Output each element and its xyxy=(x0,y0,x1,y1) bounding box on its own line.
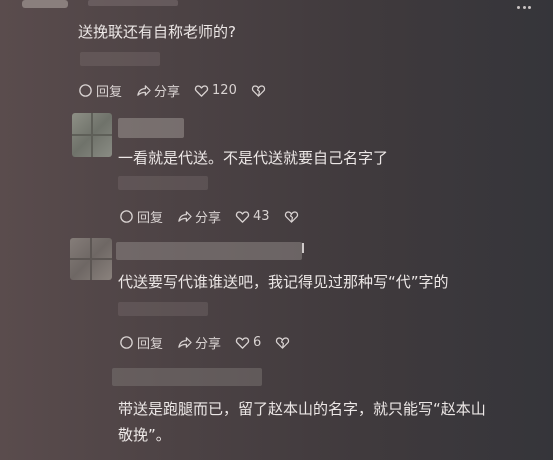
avatar[interactable] xyxy=(72,113,112,157)
like-button[interactable]: 6 xyxy=(235,335,261,350)
reply-button[interactable]: 回复 xyxy=(119,207,163,226)
avatar[interactable] xyxy=(22,0,68,8)
broken-heart-icon xyxy=(284,211,298,223)
meta-blurred xyxy=(80,52,160,66)
heart-icon xyxy=(194,85,209,97)
comment-actions: 回复 分享 6 xyxy=(119,333,307,352)
heart-icon xyxy=(235,211,250,223)
meta-blurred xyxy=(118,302,208,316)
broken-heart-icon xyxy=(276,337,290,349)
share-button[interactable]: 分享 xyxy=(136,81,180,100)
share-button[interactable]: 分享 xyxy=(177,207,221,226)
broken-heart-icon xyxy=(251,85,265,97)
comment-text: 代送要写代谁谁送吧，我记得见过那种写“代”字的 xyxy=(118,273,449,291)
username-blurred xyxy=(88,0,178,6)
username-blurred xyxy=(116,242,302,260)
meta-blurred xyxy=(118,176,208,190)
like-count: 6 xyxy=(253,335,262,350)
comment-actions: 回复 分享 43 xyxy=(119,207,316,226)
comment-text: 送挽联还有自称老师的? xyxy=(78,23,236,41)
like-button[interactable]: 120 xyxy=(194,83,237,98)
like-button[interactable]: 43 xyxy=(235,209,270,224)
reply-label: 回复 xyxy=(96,85,123,100)
comment-text-line1: 带送是跑腿而已，留了赵本山的名字，就只能写“赵本山 xyxy=(118,400,486,418)
username-blurred xyxy=(118,118,184,138)
share-label: 分享 xyxy=(195,211,222,226)
share-icon xyxy=(178,337,192,348)
avatar[interactable] xyxy=(70,238,112,280)
reply-label: 回复 xyxy=(137,337,164,352)
reply-button[interactable]: 回复 xyxy=(119,333,163,352)
dislike-button[interactable] xyxy=(275,335,293,350)
comment-icon xyxy=(79,84,92,97)
share-icon xyxy=(178,211,192,222)
share-button[interactable]: 分享 xyxy=(177,333,221,352)
reply-button[interactable]: 回复 xyxy=(78,81,122,100)
username-tail-mark xyxy=(302,243,304,253)
share-icon xyxy=(137,85,151,96)
comment-text-line2: 敬挽”。 xyxy=(118,426,171,444)
username-blurred xyxy=(112,368,262,386)
comment-icon xyxy=(120,336,133,349)
share-label: 分享 xyxy=(154,85,181,100)
more-options-icon[interactable] xyxy=(517,6,531,9)
comment-text: 一看就是代送。不是代送就要自己名字了 xyxy=(118,149,389,167)
dislike-button[interactable] xyxy=(284,209,302,224)
share-label: 分享 xyxy=(195,337,222,352)
reply-label: 回复 xyxy=(137,211,164,226)
heart-icon xyxy=(235,337,250,349)
comment-icon xyxy=(120,210,133,223)
comment-actions: 回复 分享 120 xyxy=(78,81,283,100)
like-count: 43 xyxy=(253,209,270,224)
like-count: 120 xyxy=(212,83,237,98)
dislike-button[interactable] xyxy=(251,83,269,98)
